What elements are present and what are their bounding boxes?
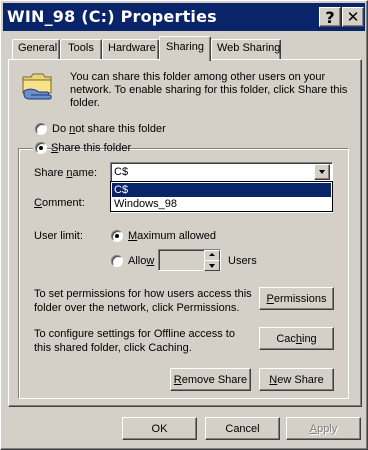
dropdown-option[interactable]: C$ [112,183,331,197]
permissions-text-line-1: To set permissions for how users access … [34,288,252,300]
title-bar[interactable]: WIN_98 (C:) Properties ? ✕ [3,3,365,31]
apply-button[interactable]: Apply [286,417,361,440]
share-name-label: Share name: [34,167,98,179]
help-button[interactable]: ? [319,7,341,27]
share-name-combo[interactable]: C$ [110,162,333,182]
permissions-button[interactable]: Permissions [259,287,334,310]
share-this-folder-label[interactable]: Share this folder [51,141,131,155]
chevron-down-icon [209,264,215,268]
help-icon: ? [325,7,335,27]
window-title: WIN_98 (C:) Properties [7,7,217,26]
chevron-down-icon [319,170,325,174]
shared-folder-hand-icon [22,73,52,100]
close-icon: ✕ [346,7,360,26]
maximum-allowed-label[interactable]: Maximum allowed [128,229,216,243]
tab-sharing[interactable]: Sharing [159,36,211,61]
radio-selected-dot [115,234,119,238]
chevron-up-icon [209,253,215,256]
caching-text-line-2: this shared folder, click Caching. [34,342,192,354]
do-not-share-label[interactable]: Do not share this folder [52,122,166,136]
share-this-folder-option: Share this folder [33,140,131,156]
allow-users-spinner[interactable] [158,249,221,271]
permissions-text-line-2: folder over the network, click Permissio… [34,302,240,314]
caching-text-line-1: To configure settings for Offline access… [34,328,235,340]
dropdown-option[interactable]: Windows_98 [112,197,331,211]
tab-web-sharing[interactable]: Web Sharing [211,39,281,59]
radio-selected-dot [39,146,43,150]
sharing-description-line-2: network. To enable sharing for this fold… [70,84,348,96]
close-button[interactable]: ✕ [342,7,364,27]
do-not-share-radio[interactable] [35,123,47,135]
tab-hardware[interactable]: Hardware [102,39,159,59]
cancel-button[interactable]: Cancel [205,417,280,440]
maximum-allowed-radio[interactable] [111,230,123,242]
comment-label: Comment: [34,197,85,209]
new-share-button[interactable]: New Share [259,368,334,391]
sharing-description-line-3: folder. [70,97,100,109]
ok-button[interactable]: OK [122,417,197,440]
spin-down-button[interactable] [204,260,220,271]
caching-button[interactable]: Caching [259,327,334,350]
allow-users-label[interactable]: Allow [128,254,154,268]
share-name-dropdown-button[interactable] [314,164,330,180]
share-this-folder-radio[interactable] [35,142,47,154]
tab-general[interactable]: General [12,39,60,59]
users-label: Users [228,255,257,267]
allow-users-radio[interactable] [111,255,123,267]
remove-share-button[interactable]: Remove Share [170,368,251,391]
properties-dialog: WIN_98 (C:) Properties ? ✕ General Tools… [0,0,368,450]
sharing-description-line-1: You can share this folder among other us… [70,71,326,83]
share-name-value: C$ [114,166,129,178]
user-limit-label: User limit: [34,230,83,242]
share-name-dropdown-list: C$ Windows_98 [110,181,333,212]
tab-tools[interactable]: Tools [60,39,102,59]
